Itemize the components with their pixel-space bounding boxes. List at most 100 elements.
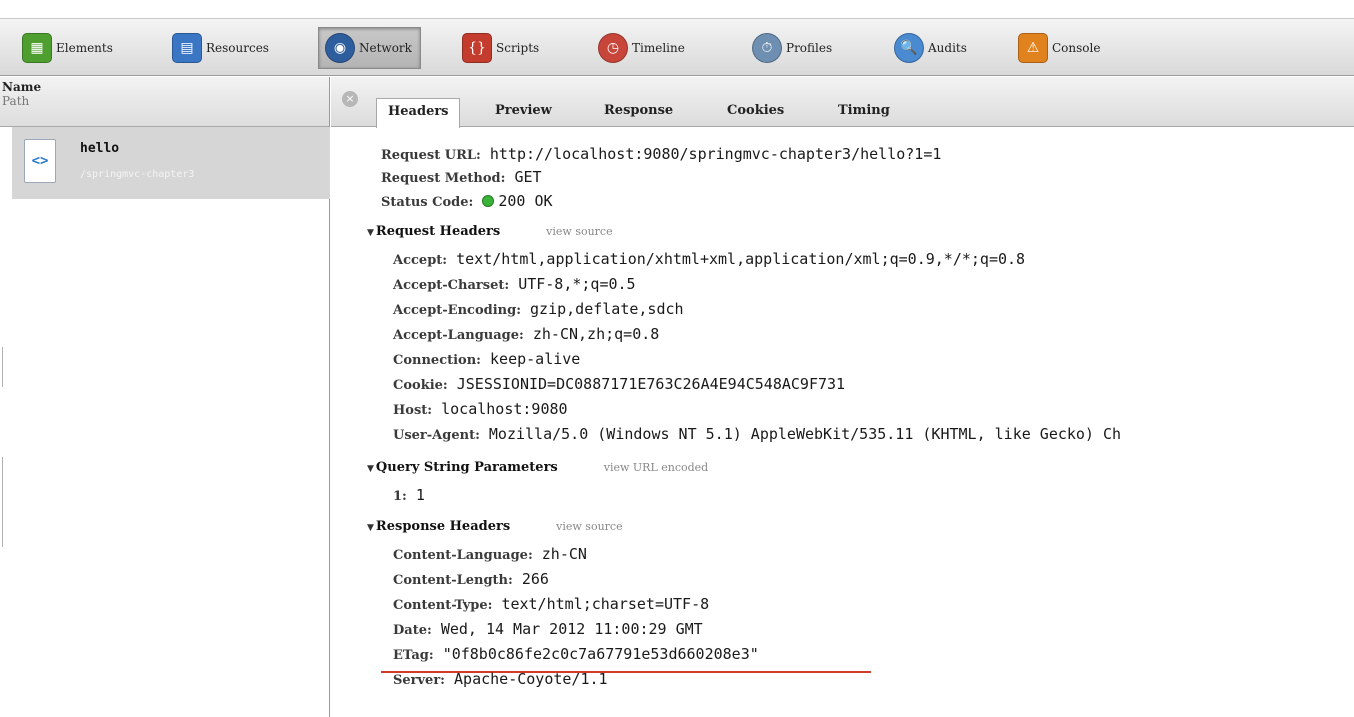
toolbar-audits[interactable]: 🔍 Audits <box>894 27 967 69</box>
header-key: Connection: <box>393 353 481 368</box>
header-key: User-Agent: <box>393 428 480 443</box>
toolbar-label: Scripts <box>496 41 540 55</box>
detail-tabbar: × Headers Preview Response Cookies Timin… <box>331 77 1354 128</box>
header-row: Content-Length: 266 <box>393 569 549 591</box>
response-headers-section[interactable]: ▼ Response Headers view source <box>367 515 623 538</box>
header-row: Accept: text/html,application/xhtml+xml,… <box>393 249 1025 271</box>
section-title: Query String Parameters <box>375 460 558 475</box>
header-key: Date: <box>393 623 432 638</box>
console-icon: ⚠ <box>1018 33 1048 63</box>
header-key: Status Code: <box>381 195 474 210</box>
header-key: Content-Type: <box>393 598 493 613</box>
toolbar-resources[interactable]: ▤ Resources <box>172 27 269 69</box>
header-value: UTF-8,*;q=0.5 <box>518 275 636 293</box>
header-row: Date: Wed, 14 Mar 2012 11:00:29 GMT <box>393 619 703 641</box>
html-file-icon: <> <box>24 139 56 183</box>
elements-icon: ▦ <box>22 33 52 63</box>
header-value: localhost:9080 <box>441 400 568 418</box>
toolbar-console[interactable]: ⚠ Console <box>1018 27 1100 69</box>
request-row-hello[interactable]: <> hello /springmvc-chapter3 <box>12 127 330 199</box>
view-source-link[interactable]: view source <box>556 520 622 533</box>
header-value: http://localhost:9080/springmvc-chapter3… <box>489 145 942 163</box>
header-key: Content-Language: <box>393 548 533 563</box>
header-row: Host: localhost:9080 <box>393 399 568 421</box>
request-list-header[interactable]: Name Path <box>0 77 329 127</box>
devtools-toolbar: ▦ Elements ▤ Resources ◉ Network {} Scri… <box>0 18 1354 76</box>
request-name: hello <box>80 141 120 156</box>
divider <box>2 457 3 547</box>
scripts-icon: {} <box>462 33 492 63</box>
header-row-etag: ETag: "0f8b0c86fe2c0c7a67791e53d660208e3… <box>393 644 759 666</box>
network-icon: ◉ <box>325 33 355 63</box>
toolbar-label: Audits <box>928 41 967 55</box>
header-key: Host: <box>393 403 433 418</box>
query-params-section[interactable]: ▼ Query String Parameters view URL encoded <box>367 456 708 479</box>
toolbar-profiles[interactable]: ⏱ Profiles <box>752 27 832 69</box>
audits-icon: 🔍 <box>894 33 924 63</box>
header-key: Accept-Charset: <box>393 278 510 293</box>
header-row: User-Agent: Mozilla/5.0 (Windows NT 5.1)… <box>393 424 1121 446</box>
request-method-row: Request Method: GET <box>381 167 542 189</box>
header-value: gzip,deflate,sdch <box>530 300 684 318</box>
status-code-row: Status Code: 200 OK <box>381 191 553 213</box>
network-request-list: Name Path <> hello /springmvc-chapter3 <box>0 77 330 717</box>
header-row: Accept-Charset: UTF-8,*;q=0.5 <box>393 274 636 296</box>
header-row: Connection: keep-alive <box>393 349 580 371</box>
toolbar-network[interactable]: ◉ Network <box>318 27 421 69</box>
param-value: 1 <box>415 486 425 504</box>
disclosure-triangle-icon: ▼ <box>367 523 374 533</box>
header-row: Content-Language: zh-CN <box>393 544 587 566</box>
toolbar-label: Resources <box>206 41 269 55</box>
toolbar-timeline[interactable]: ◷ Timeline <box>598 27 685 69</box>
headers-panel: Request URL: http://localhost:9080/sprin… <box>331 128 1354 717</box>
status-ok-icon <box>482 195 495 207</box>
header-value: 266 <box>521 570 549 588</box>
header-key: Server: <box>393 673 445 688</box>
param-key: 1: <box>393 489 407 504</box>
header-value: JSESSIONID=DC0887171E763C26A4E94C548AC9F… <box>456 375 846 393</box>
toolbar-scripts[interactable]: {} Scripts <box>462 27 539 69</box>
header-value: text/html,application/xhtml+xml,applicat… <box>456 250 1026 268</box>
tab-headers[interactable]: Headers <box>376 98 460 128</box>
request-path: /springmvc-chapter3 <box>80 169 195 180</box>
toolbar-label: Elements <box>56 41 113 55</box>
view-source-link[interactable]: view source <box>546 225 612 238</box>
tab-timing[interactable]: Timing <box>838 98 890 127</box>
timeline-icon: ◷ <box>598 33 628 63</box>
header-value: Mozilla/5.0 (Windows NT 5.1) AppleWebKit… <box>488 425 1122 443</box>
header-row: Accept-Encoding: gzip,deflate,sdch <box>393 299 684 321</box>
close-icon[interactable]: × <box>342 91 358 107</box>
tab-response[interactable]: Response <box>604 98 673 127</box>
view-url-encoded-link[interactable]: view URL encoded <box>604 461 708 474</box>
header-key: Request Method: <box>381 171 506 186</box>
header-row: Accept-Language: zh-CN,zh;q=0.8 <box>393 324 659 346</box>
tab-preview[interactable]: Preview <box>495 98 552 127</box>
toolbar-label: Timeline <box>632 41 685 55</box>
request-headers-section[interactable]: ▼ Request Headers view source <box>367 220 613 243</box>
toolbar-elements[interactable]: ▦ Elements <box>22 27 113 69</box>
column-path-header: Path <box>2 94 30 108</box>
header-key: ETag: <box>393 648 434 663</box>
header-key: Cookie: <box>393 378 448 393</box>
resources-icon: ▤ <box>172 33 202 63</box>
header-row: Cookie: JSESSIONID=DC0887171E763C26A4E94… <box>393 374 845 396</box>
header-value: zh-CN,zh;q=0.8 <box>532 325 660 343</box>
header-value: "0f8b0c86fe2c0c7a67791e53d660208e3" <box>442 645 759 663</box>
header-value: Wed, 14 Mar 2012 11:00:29 GMT <box>440 620 703 638</box>
divider <box>2 347 3 387</box>
toolbar-label: Console <box>1052 41 1101 55</box>
tab-cookies[interactable]: Cookies <box>727 98 784 127</box>
profiles-icon: ⏱ <box>752 33 782 63</box>
request-url-row: Request URL: http://localhost:9080/sprin… <box>381 144 941 166</box>
column-name-header: Name <box>2 80 42 94</box>
section-title: Response Headers <box>375 519 511 534</box>
header-value: text/html;charset=UTF-8 <box>501 595 710 613</box>
header-row: Server: Apache-Coyote/1.1 <box>393 669 608 691</box>
header-row: Content-Type: text/html;charset=UTF-8 <box>393 594 709 616</box>
disclosure-triangle-icon: ▼ <box>367 464 374 474</box>
header-value: zh-CN <box>541 545 587 563</box>
header-value: Apache-Coyote/1.1 <box>454 670 608 688</box>
header-value: keep-alive <box>490 350 581 368</box>
param-row: 1: 1 <box>393 485 425 507</box>
disclosure-triangle-icon: ▼ <box>367 228 374 238</box>
